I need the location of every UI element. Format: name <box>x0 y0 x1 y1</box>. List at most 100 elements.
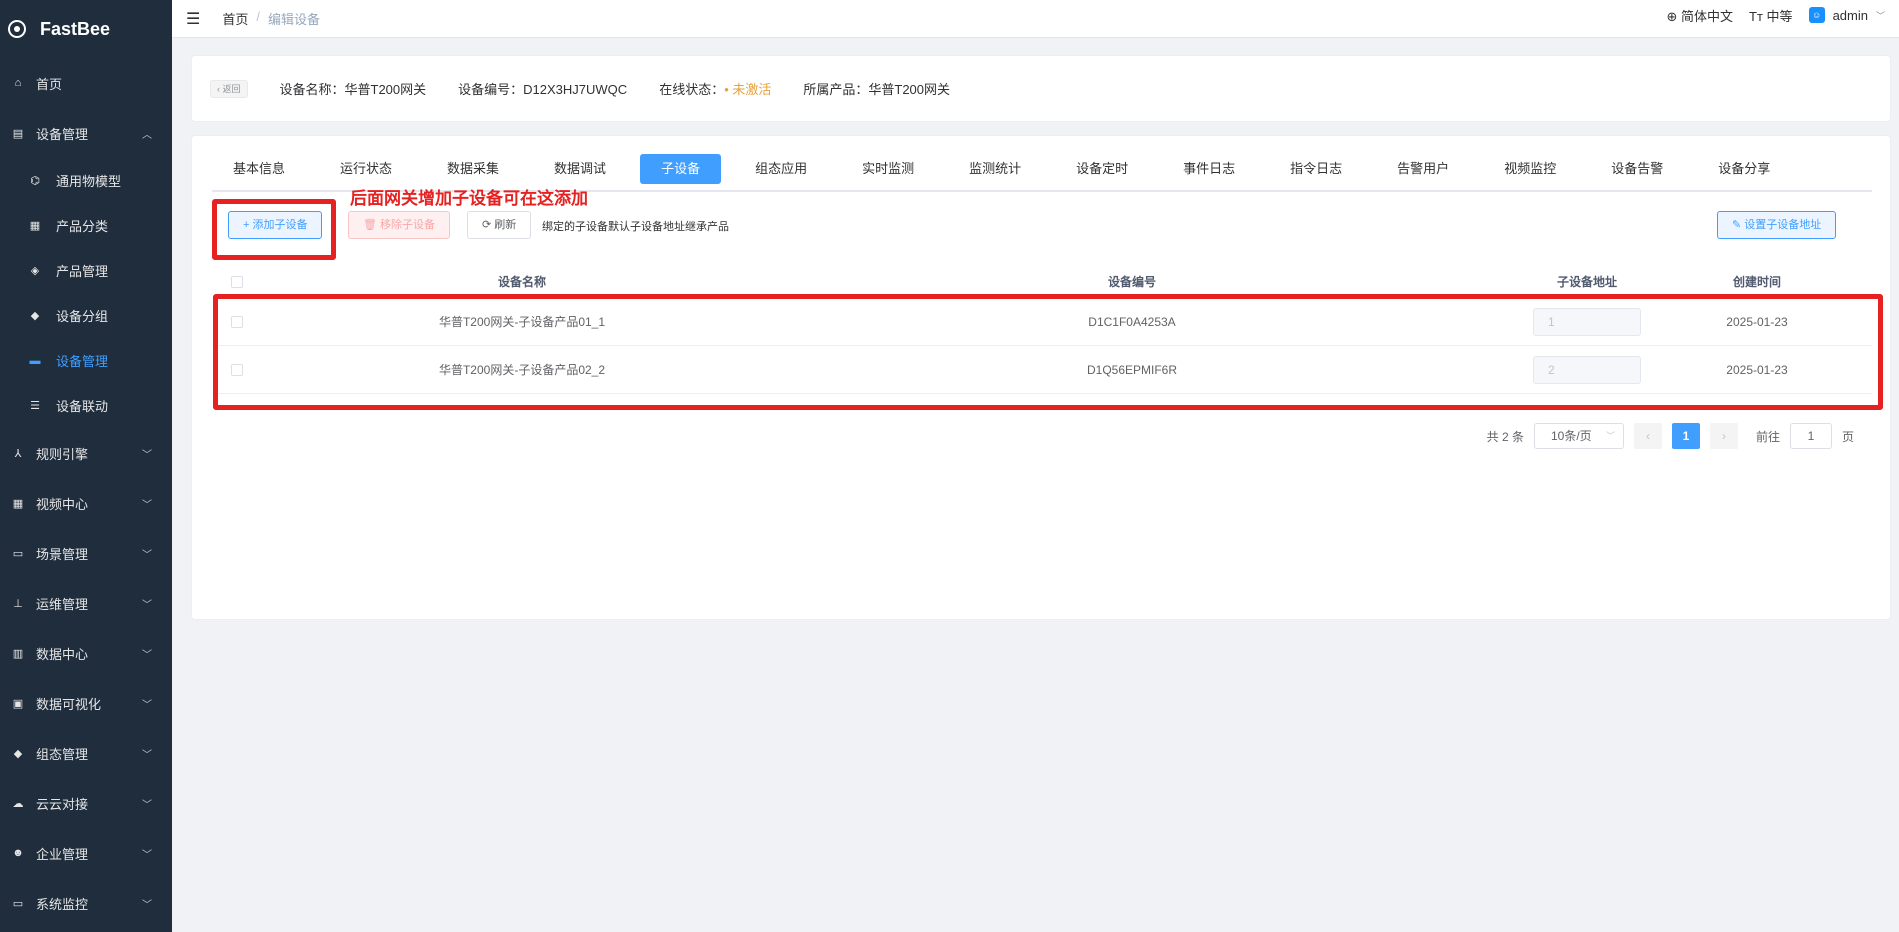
annotation-highlight-rows <box>213 294 1883 410</box>
tab-9[interactable]: 事件日志 <box>1162 154 1256 184</box>
page-size-select[interactable]: 10条/页 ﹀ <box>1533 423 1624 449</box>
sidebar: FastBee ⌂ 首页 ▤ 设备管理 ︿ ⌬ 通用物模型 ▦ 产品分类 ◈ 产品管理 ◆ 设备分组 ▬ 设… <box>0 0 172 932</box>
set-subdevice-address-button[interactable]: ✎ 设置子设备地址 <box>1717 211 1837 239</box>
sidebar-item-1[interactable]: ▤ 设备管理 ︿ <box>0 108 172 158</box>
sidebar-item-label: 云云对接 <box>36 796 89 812</box>
back-button[interactable]: ‹ 返回 <box>210 79 248 98</box>
sidebar-item-8[interactable]: ◆ 组态管理 ﹀ <box>0 728 172 778</box>
globe-icon: ⊕ <box>1666 8 1678 24</box>
app-name: FastBee <box>40 18 111 39</box>
tab-10[interactable]: 指令日志 <box>1269 154 1363 184</box>
tab-3[interactable]: 数据调试 <box>533 154 627 184</box>
header-create-time: 创建时间 <box>1732 275 1781 289</box>
visual-icon: ▣ <box>12 697 24 710</box>
submenu-icon: ◈ <box>30 265 40 277</box>
sidebar-subitem-label: 设备分组 <box>56 309 109 324</box>
header-subdevice-address: 子设备地址 <box>1556 275 1617 289</box>
ops-icon: ⊥ <box>13 597 23 610</box>
sidebar-subitem-label: 通用物模型 <box>56 174 122 189</box>
sidebar-subitem-2[interactable]: ◈ 产品管理 <box>0 248 172 293</box>
breadcrumb-separator: / <box>256 9 260 24</box>
page-size-label: 10条/页 <box>1550 429 1592 443</box>
prev-page-button[interactable]: ‹ <box>1633 423 1662 449</box>
tab-4[interactable]: 子设备 <box>640 154 722 184</box>
sidebar-item-label: 设备管理 <box>36 126 89 142</box>
tab-7[interactable]: 监测统计 <box>948 154 1042 184</box>
topbar: ☰ 首页 / 编辑设备 ⊕ 简体中文 Tт 中等 ☺ admin ﹀ <box>172 0 1899 38</box>
config-icon: ◆ <box>13 747 23 760</box>
sidebar-subitem-3[interactable]: ◆ 设备分组 <box>0 293 172 338</box>
sidebar-subitem-label: 产品分类 <box>56 219 109 234</box>
product-name: 所属产品：华普T200网关 <box>803 82 951 97</box>
header-device-name: 设备名称 <box>497 275 546 289</box>
tab-8[interactable]: 设备定时 <box>1055 154 1149 184</box>
annotation-highlight-add <box>212 199 336 260</box>
sidebar-item-3[interactable]: ▦ 视频中心 ﹀ <box>0 478 172 528</box>
sidebar-item-label: 场景管理 <box>36 546 89 562</box>
submenu-icon: ▬ <box>29 354 41 367</box>
breadcrumb-home[interactable]: 首页 <box>222 9 248 28</box>
refresh-button[interactable]: ⟳ 刷新 <box>467 211 532 239</box>
chevron-down-icon: ﹀ <box>142 849 152 861</box>
chevron-down-icon: ﹀ <box>142 549 152 561</box>
language-label: 简体中文 <box>1681 8 1734 24</box>
page-number-1[interactable]: 1 <box>1671 423 1700 449</box>
status-label: 在线状态： <box>659 82 725 97</box>
sidebar-item-label: 数据中心 <box>36 646 89 662</box>
sidebar-item-label: 首页 <box>36 76 63 92</box>
enterprise-icon: ☻ <box>12 847 24 859</box>
topbar-right: ⊕ 简体中文 Tт 中等 ☺ admin ﹀ <box>1666 0 1885 30</box>
user-menu[interactable]: ☺ admin ﹀ <box>1808 7 1885 23</box>
avatar: ☺ <box>1808 7 1825 23</box>
chevron-down-icon: ﹀ <box>142 599 152 611</box>
sidebar-item-11[interactable]: ▭ 系统监控 ﹀ <box>0 878 172 928</box>
hamburger-icon[interactable]: ☰ <box>186 9 200 29</box>
cloud-icon: ☁ <box>12 797 24 810</box>
pagination: 共 2 条 10条/页 ﹀ ‹ 1 › 前往 1 页 <box>1487 423 1854 449</box>
logo[interactable]: FastBee <box>0 0 172 58</box>
font-size-label: 中等 <box>1766 8 1793 24</box>
sidebar-subitem-1[interactable]: ▦ 产品分类 <box>0 203 172 248</box>
tab-13[interactable]: 设备告警 <box>1590 154 1684 184</box>
sidebar-item-10[interactable]: ☻ 企业管理 ﹀ <box>0 828 172 878</box>
page-unit-label: 页 <box>1841 429 1854 444</box>
sidebar-item-0[interactable]: ⌂ 首页 <box>0 58 172 108</box>
sidebar-subitem-4[interactable]: ▬ 设备管理 <box>0 338 172 383</box>
sidebar-subitem-5[interactable]: ☰ 设备联动 <box>0 383 172 428</box>
tab-14[interactable]: 设备分享 <box>1697 154 1791 184</box>
submenu-icon: ⌬ <box>30 175 40 187</box>
chevron-down-icon: ﹀ <box>142 799 152 811</box>
font-size-switch[interactable]: Tт 中等 <box>1749 6 1793 25</box>
sidebar-item-7[interactable]: ▣ 数据可视化 ﹀ <box>0 678 172 728</box>
tab-5[interactable]: 组态应用 <box>734 154 828 184</box>
tab-6[interactable]: 实时监测 <box>841 154 935 184</box>
font-size-icon: Tт <box>1749 8 1763 24</box>
language-switch[interactable]: ⊕ 简体中文 <box>1666 6 1733 25</box>
remove-subdevice-button[interactable]: 🗑 移除子设备 <box>348 211 451 239</box>
tab-12[interactable]: 视频监控 <box>1483 154 1577 184</box>
chevron-down-icon: ﹀ <box>142 649 152 661</box>
goto-page-input[interactable]: 1 <box>1789 423 1832 449</box>
sidebar-item-label: 企业管理 <box>36 846 89 862</box>
goto-label: 前往 <box>1755 429 1780 444</box>
home-icon: ⌂ <box>14 77 22 89</box>
header-device-code: 设备编号 <box>1107 275 1156 289</box>
next-page-button[interactable]: › <box>1709 423 1738 449</box>
sidebar-item-9[interactable]: ☁ 云云对接 ﹀ <box>0 778 172 828</box>
sidebar-item-5[interactable]: ⊥ 运维管理 ﹀ <box>0 578 172 628</box>
fastbee-logo-icon <box>8 20 26 38</box>
select-all-checkbox[interactable] <box>231 275 243 288</box>
chevron-down-icon: ﹀ <box>142 749 152 761</box>
sidebar-subitem-label: 设备联动 <box>56 399 109 414</box>
sidebar-item-4[interactable]: ▭ 场景管理 ﹀ <box>0 528 172 578</box>
tab-1[interactable]: 运行状态 <box>319 154 413 184</box>
device-code: 设备编号：D12X3HJ7UWQC <box>458 82 628 97</box>
tab-2[interactable]: 数据采集 <box>426 154 520 184</box>
sidebar-subitem-0[interactable]: ⌬ 通用物模型 <box>0 158 172 203</box>
sidebar-item-6[interactable]: ▥ 数据中心 ﹀ <box>0 628 172 678</box>
tab-0[interactable]: 基本信息 <box>212 154 306 184</box>
sidebar-item-2[interactable]: ⅄ 规则引擎 ﹀ <box>0 428 172 478</box>
sidebar-subitem-label: 产品管理 <box>56 264 109 279</box>
tab-11[interactable]: 告警用户 <box>1376 154 1470 184</box>
submenu-icon: ◆ <box>30 310 40 322</box>
